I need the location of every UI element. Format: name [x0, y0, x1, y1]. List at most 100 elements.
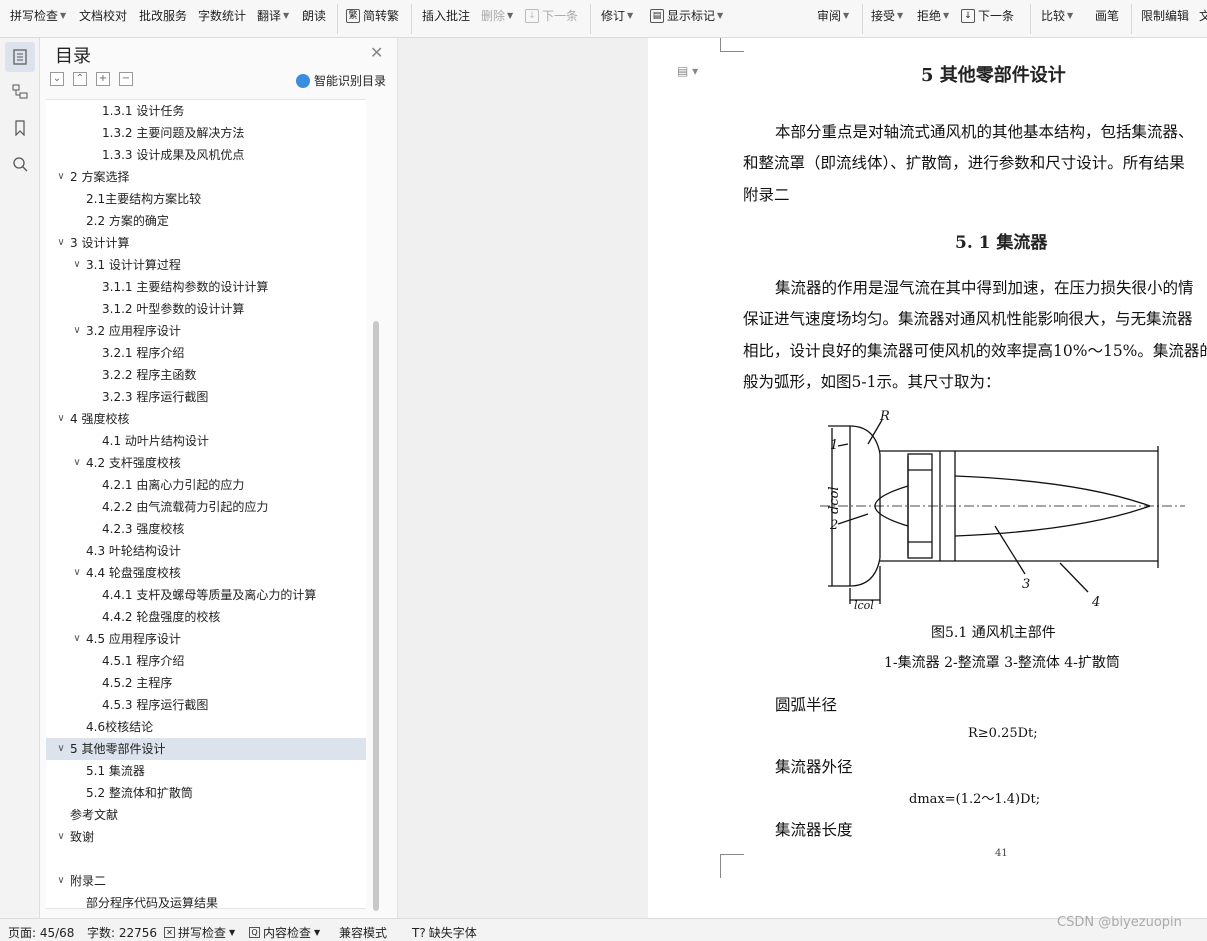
missing-fonts[interactable]: T? 缺失字体 [412, 924, 477, 941]
toc-item[interactable]: 1.3.2 主要问题及解决方法 [46, 122, 366, 144]
show-markup-button[interactable]: ▤ 显示标记 ▼ [650, 7, 723, 24]
reject-button[interactable]: 拒绝 ▼ [917, 7, 949, 24]
expand-all-icon[interactable]: ⌄ [50, 72, 64, 86]
content-check-icon: Q [249, 927, 260, 938]
expand-chevron-icon[interactable]: ∨ [70, 562, 84, 584]
toc-item[interactable]: 4.4.2 轮盘强度的校核 [46, 606, 366, 628]
toc-item[interactable]: ∨ 附录二 [46, 870, 366, 892]
toc-item[interactable]: ∨ 3.1 设计计算过程 [46, 254, 366, 276]
pen-button[interactable]: 画笔 [1095, 7, 1119, 24]
toc-item[interactable]: 4.5.2 主程序 [46, 672, 366, 694]
toc-item[interactable]: 3.2.3 程序运行截图 [46, 386, 366, 408]
status-content-check[interactable]: Q 内容检查 ▼ [249, 924, 320, 941]
toc-item-label: 3 设计计算 [70, 236, 130, 250]
toc-scrollbar[interactable] [373, 321, 379, 911]
expand-chevron-icon[interactable]: ∨ [54, 870, 68, 892]
toc-item-label: 4.4.2 轮盘强度的校核 [102, 610, 221, 624]
toc-item[interactable] [46, 848, 366, 870]
status-spell-check[interactable]: ✕ 拼写检查 ▼ [164, 924, 235, 941]
toc-item[interactable]: ∨ 4.4 轮盘强度校核 [46, 562, 366, 584]
toc-item[interactable]: 2.1主要结构方案比较 [46, 188, 366, 210]
expand-chevron-icon[interactable]: ∨ [54, 826, 68, 848]
add-heading-icon[interactable]: + [96, 72, 110, 86]
expand-chevron-icon[interactable]: ∨ [54, 408, 68, 430]
word-count-button[interactable]: 字数统计 [198, 7, 246, 24]
delete-comment-button[interactable]: 删除 ▼ [481, 7, 513, 24]
toc-item[interactable]: 4.3 叶轮结构设计 [46, 540, 366, 562]
toc-item[interactable]: ∨ 致谢 [46, 826, 366, 848]
toc-item-label: 4.2.1 由离心力引起的应力 [102, 478, 245, 492]
paragraph-line: 和整流罩（即流线体）、扩散筒，进行参数和尺寸设计。所有结果 [743, 154, 1185, 172]
toc-item[interactable]: 4.5.1 程序介绍 [46, 650, 366, 672]
read-aloud-button[interactable]: 朗读 [302, 7, 326, 24]
toc-item[interactable]: ∨ 4.2 支杆强度校核 [46, 452, 366, 474]
toc-item[interactable]: ∨ 3.2 应用程序设计 [46, 320, 366, 342]
track-changes-button[interactable]: 修订 ▼ [601, 7, 633, 24]
toc-item[interactable]: 4.5.3 程序运行截图 [46, 694, 366, 716]
toc-item[interactable]: 1.3.3 设计成果及风机优点 [46, 144, 366, 166]
arc-radius-label: 圆弧半径 [775, 696, 838, 714]
insert-comment-button[interactable]: 插入批注 [422, 7, 470, 24]
review-service-button[interactable]: 批改服务 [139, 7, 187, 24]
accept-button[interactable]: 接受 ▼ [871, 7, 903, 24]
toc-item-label: 3.1 设计计算过程 [86, 258, 181, 272]
toc-item[interactable]: ∨ 4.5 应用程序设计 [46, 628, 366, 650]
expand-chevron-icon[interactable]: ∨ [54, 738, 68, 760]
toc-item[interactable]: ∨ 2 方案选择 [46, 166, 366, 188]
translate-button[interactable]: 翻译 ▼ [257, 7, 289, 24]
review-button[interactable]: 审阅 ▼ [817, 7, 849, 24]
document-page[interactable]: ▤ ▾ 5 其他零部件设计 本部分重点是对轴流式通风机的其他基本结构，包括集流器… [648, 38, 1207, 918]
status-bar: 页面: 45/68 字数: 22756 ✕ 拼写检查 ▼ Q 内容检查 ▼ 兼容模式 T… [0, 918, 1207, 941]
toc-item[interactable]: 3.1.1 主要结构参数的设计计算 [46, 276, 366, 298]
next-icon: ↓ [525, 8, 539, 23]
close-icon[interactable]: ✕ [370, 43, 383, 62]
remove-heading-icon[interactable]: − [119, 72, 133, 86]
toc-item[interactable]: ∨ 3 设计计算 [46, 232, 366, 254]
next-change-button[interactable]: ↓ 下一条 [961, 7, 1014, 24]
toc-item[interactable]: 4.4.1 支杆及螺母等质量及离心力的计算 [46, 584, 366, 606]
expand-chevron-icon[interactable]: ∨ [70, 254, 84, 276]
toc-item-label: 3.1.1 主要结构参数的设计计算 [102, 280, 269, 294]
toc-icon[interactable] [5, 42, 35, 72]
ai-icon [296, 73, 310, 88]
ribbon-overflow-button[interactable]: 文 [1199, 7, 1207, 24]
simplified-to-traditional-button[interactable]: 繁简转繁 [346, 7, 399, 24]
expand-chevron-icon[interactable]: ∨ [70, 320, 84, 342]
spell-check-button[interactable]: 拼写检查 ▼ [10, 7, 66, 24]
word-count[interactable]: 字数: 22756 [87, 924, 157, 941]
toc-item[interactable]: 4.1 动叶片结构设计 [46, 430, 366, 452]
nav-tree-icon[interactable] [5, 77, 35, 107]
toc-item[interactable]: 4.2.2 由气流载荷力引起的应力 [46, 496, 366, 518]
document-icon[interactable]: ▤ ▾ [677, 64, 698, 78]
doc-proofread-button[interactable]: 文档校对 [79, 7, 127, 24]
toc-item[interactable]: 1.3.1 设计任务 [46, 100, 366, 122]
toc-item[interactable]: 部分程序代码及运算结果 [46, 892, 366, 908]
bookmark-icon[interactable] [5, 113, 35, 143]
toc-item[interactable]: 2.2 方案的确定 [46, 210, 366, 232]
compare-button[interactable]: 比较 ▼ [1041, 7, 1073, 24]
toc-item[interactable]: 3.2.1 程序介绍 [46, 342, 366, 364]
toc-item[interactable]: 5.1 集流器 [46, 760, 366, 782]
restrict-editing-button[interactable]: 限制编辑 [1141, 7, 1189, 24]
toc-item-label: 4.4.1 支杆及螺母等质量及离心力的计算 [102, 588, 317, 602]
watermark: CSDN @biyezuopin [1057, 915, 1182, 930]
smart-toc-button[interactable]: 智能识别目录 [296, 72, 386, 89]
toc-item[interactable]: 参考文献 [46, 804, 366, 826]
toc-item[interactable]: 3.2.2 程序主函数 [46, 364, 366, 386]
page-indicator[interactable]: 页面: 45/68 [8, 924, 74, 941]
toc-item[interactable]: 5.2 整流体和扩散筒 [46, 782, 366, 804]
toc-item[interactable]: ∨ 5 其他零部件设计 [46, 738, 366, 760]
expand-chevron-icon[interactable]: ∨ [54, 166, 68, 188]
toc-title: 目录 [55, 46, 91, 67]
expand-chevron-icon[interactable]: ∨ [54, 232, 68, 254]
expand-chevron-icon[interactable]: ∨ [70, 452, 84, 474]
toc-item[interactable]: 4.2.1 由离心力引起的应力 [46, 474, 366, 496]
toc-item[interactable]: 4.2.3 强度校核 [46, 518, 366, 540]
search-icon[interactable] [5, 149, 35, 179]
collapse-all-icon[interactable]: ⌃ [73, 72, 87, 86]
next-comment-button[interactable]: ↓ 下一条 [525, 7, 578, 24]
toc-item[interactable]: ∨ 4 强度校核 [46, 408, 366, 430]
toc-item[interactable]: 4.6校核结论 [46, 716, 366, 738]
expand-chevron-icon[interactable]: ∨ [70, 628, 84, 650]
toc-item[interactable]: 3.1.2 叶型参数的设计计算 [46, 298, 366, 320]
